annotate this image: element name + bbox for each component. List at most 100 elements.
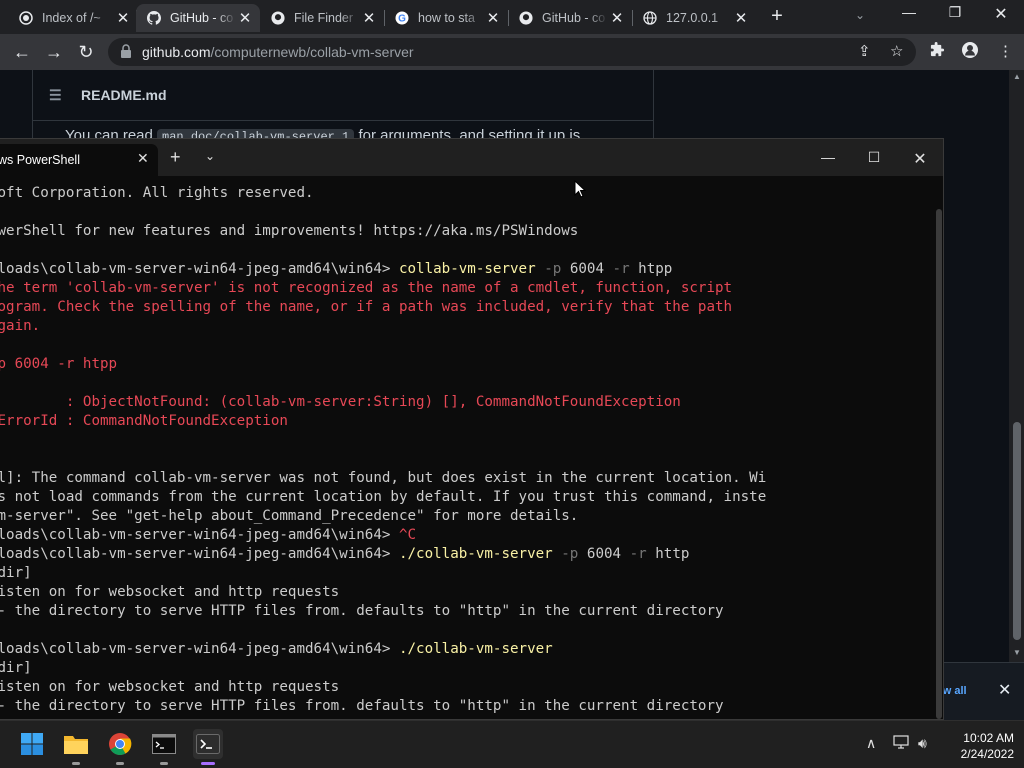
- browser-scrollbar[interactable]: ▲ ▼: [1009, 70, 1024, 662]
- tab-title: GitHub - co: [542, 11, 606, 25]
- maximize-icon[interactable]: ☐: [864, 149, 884, 166]
- terminal-error-line: m-server : The term 'collab-vm-server' i…: [0, 280, 733, 296]
- scrollbar-thumb[interactable]: [1013, 422, 1021, 640]
- command-arg: -p: [561, 546, 579, 562]
- terminal-output[interactable]: t (C) Microsoft Corporation. All rights …: [0, 176, 930, 720]
- file-explorer-button[interactable]: [61, 729, 91, 765]
- scroll-down-icon[interactable]: ▼: [1013, 648, 1021, 657]
- url-text: github.com/computernewb/collab-vm-server: [142, 44, 414, 60]
- tab-title: how to sta: [418, 11, 475, 25]
- folder-icon: [64, 736, 88, 754]
- profile-avatar-icon[interactable]: [962, 42, 978, 62]
- close-icon[interactable]: ✕: [114, 9, 132, 27]
- terminal-output-line: werShell does not load commands from the…: [0, 489, 767, 505]
- forward-icon[interactable]: →: [42, 40, 66, 64]
- terminal-error-line: llyQualifiedErrorId : CommandNotFoundExc…: [0, 413, 288, 429]
- clock-date: 2/24/2022: [960, 747, 1014, 761]
- google-icon: G: [394, 10, 410, 26]
- prompt-path: ers\VM6\Downloads\collab-vm-server-win64…: [0, 546, 391, 562]
- terminal-prompt-line: ers\VM6\Downloads\collab-vm-server-win64…: [0, 260, 766, 279]
- new-tab-button[interactable]: +: [766, 6, 788, 28]
- running-indicator: [201, 762, 215, 765]
- globe-icon: [642, 10, 658, 26]
- volume-icon[interactable]: 🔊︎: [918, 735, 927, 752]
- system-clock[interactable]: 10:02 AM 2/24/2022: [944, 730, 1014, 762]
- minimize-icon[interactable]: —: [818, 149, 838, 165]
- tab-search-icon[interactable]: ⌄: [855, 8, 865, 22]
- command-arg: -r: [612, 261, 630, 277]
- terminal-error-line: 1 char:1: [0, 336, 766, 355]
- terminal-tabbar: ws PowerShell ✕ + ⌄ — ☐ ✕: [0, 139, 943, 176]
- chevron-down-icon[interactable]: ⌄: [205, 149, 215, 163]
- scroll-up-icon[interactable]: ▲: [1013, 72, 1021, 81]
- command-arg: [536, 261, 545, 277]
- command-name: collab-vm-server: [398, 261, 536, 277]
- terminal-scrollbar[interactable]: [936, 209, 942, 719]
- close-icon[interactable]: ✕: [360, 9, 378, 27]
- terminal-lines: t (C) Microsoft Corporation. All rights …: [0, 184, 766, 716]
- browser-toolbar: ← → ↻ github.com/computernewb/collab-vm-…: [0, 34, 1024, 70]
- terminal-tab-powershell[interactable]: ws PowerShell ✕: [0, 144, 158, 176]
- running-indicator: [116, 762, 124, 765]
- minimize-icon[interactable]: —: [894, 4, 924, 20]
- terminal-output-line: (optional) - the directory to serve HTTP…: [0, 603, 724, 619]
- terminal-prompt-line: ers\VM6\Downloads\collab-vm-server-win64…: [0, 545, 766, 564]
- browser-tab-github-2[interactable]: GitHub - co ✕: [508, 4, 632, 32]
- network-icon[interactable]: [893, 735, 909, 752]
- url-path: /computernewb/collab-vm-server: [210, 44, 414, 60]
- chevron-up-icon[interactable]: ∧: [866, 735, 876, 752]
- close-icon[interactable]: ✕: [137, 150, 149, 167]
- running-indicator: [72, 762, 80, 765]
- browser-tab-localhost[interactable]: 127.0.0.1 ✕: [632, 4, 756, 32]
- lock-icon: [120, 44, 134, 60]
- bookmark-star-icon[interactable]: ☆: [890, 42, 903, 60]
- reload-icon[interactable]: ↻: [74, 40, 98, 64]
- command-prompt-button[interactable]: [149, 729, 179, 765]
- running-indicator: [160, 762, 168, 765]
- chrome-button[interactable]: [105, 729, 135, 765]
- start-button[interactable]: [17, 729, 47, 759]
- new-terminal-tab-icon[interactable]: +: [170, 147, 181, 168]
- terminal-output-line: Ex: 80 web: [0, 621, 766, 640]
- close-icon[interactable]: ✕: [236, 9, 254, 27]
- terminal-error-line: operable program. Check the spelling of …: [0, 299, 733, 315]
- terminal-output-line: on [3,General]: The command collab-vm-se…: [0, 470, 767, 486]
- browser-tab-github-active[interactable]: GitHub - co ✕: [136, 4, 260, 32]
- github-icon: [146, 10, 162, 26]
- browser-tab-file-finder[interactable]: File Finder ✕: [260, 4, 384, 32]
- back-icon[interactable]: ←: [10, 40, 34, 64]
- command-arg: [553, 546, 562, 562]
- command-arg: htpp: [629, 261, 673, 277]
- tab-title: GitHub - co: [170, 11, 234, 25]
- terminal-error-line: tegoryInfo : ObjectNotFound: (collab-vm-…: [65, 394, 681, 410]
- browser-tab-google[interactable]: G how to sta ✕: [384, 4, 508, 32]
- tab-title: 127.0.0.1: [666, 11, 719, 25]
- mouse-cursor-icon: [574, 180, 586, 198]
- terminal-output-line: (optional) - the directory to serve HTTP…: [0, 698, 724, 714]
- close-icon[interactable]: ✕: [998, 680, 1011, 700]
- readme-header: ☰ README.md: [33, 70, 653, 121]
- command-arg: ^C: [398, 527, 417, 543]
- menu-kebab-icon[interactable]: ⋮: [998, 42, 1013, 60]
- terminal-output-line: ".\collab-vm-server". See "get-help abou…: [0, 508, 579, 524]
- close-window-icon[interactable]: ✕: [986, 4, 1016, 24]
- url-host: github.com: [142, 44, 211, 60]
- share-icon[interactable]: ⇪: [858, 42, 871, 60]
- readme-title: README.md: [81, 87, 167, 103]
- github-icon: [270, 10, 286, 26]
- terminal-output-line: Port] [HTTP dir]: [0, 660, 32, 676]
- list-icon[interactable]: ☰: [49, 87, 65, 104]
- windows-terminal-button[interactable]: [193, 729, 223, 765]
- close-icon[interactable]: ✕: [484, 9, 502, 27]
- terminal-error-line: -vm-server -p 6004 -r htpp: [0, 356, 118, 372]
- close-icon[interactable]: ✕: [608, 9, 626, 27]
- terminal-prompt-line: ers\VM6\Downloads\collab-vm-server-win64…: [0, 640, 766, 659]
- restore-icon[interactable]: ❐: [940, 4, 970, 21]
- extensions-icon[interactable]: [930, 42, 945, 61]
- browser-tab-index[interactable]: Index of /~ ✕: [8, 4, 138, 32]
- close-window-icon[interactable]: ✕: [910, 149, 930, 169]
- address-bar[interactable]: github.com/computernewb/collab-vm-server…: [108, 38, 916, 66]
- close-icon[interactable]: ✕: [732, 9, 750, 27]
